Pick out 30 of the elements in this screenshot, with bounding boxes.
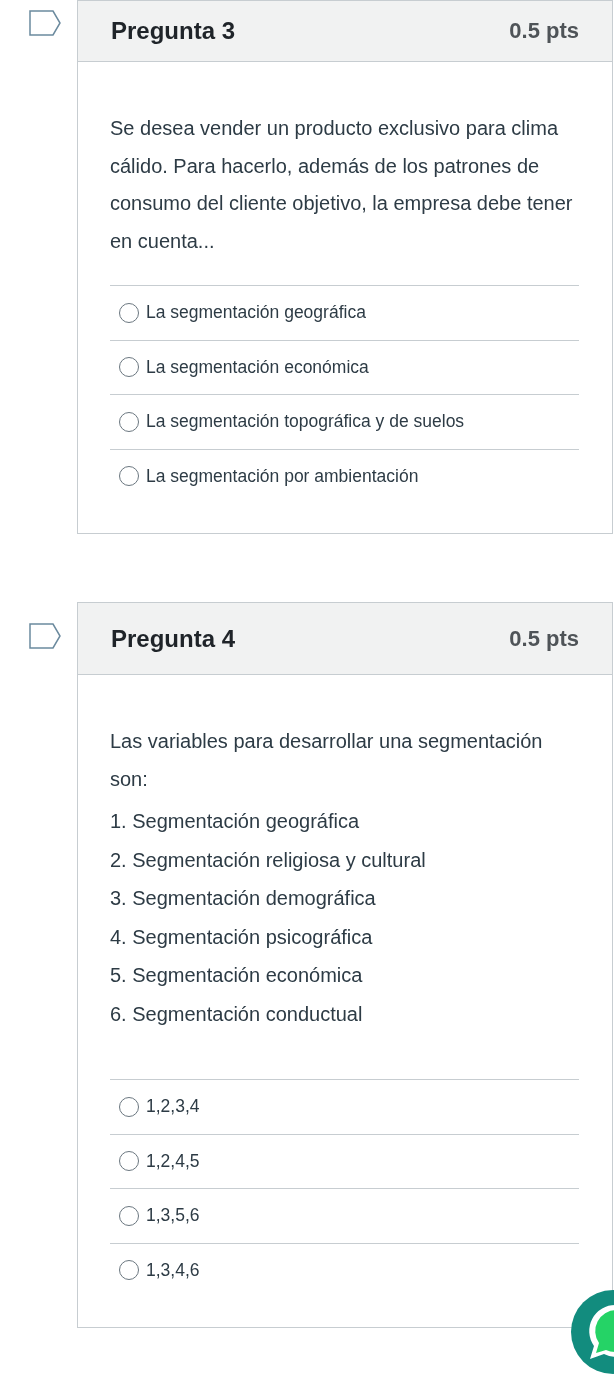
question-text: Se desea vender un producto exclusivo para clima cálido. Para hacerlo, además de los patrones de consumo del cliente objetivo, la empresa debe tener en cuenta... — [110, 116, 574, 254]
question-text: Las variables para desarrollar una segmentación son: — [110, 729, 544, 792]
answer-label[interactable]: La segmentación topográfica y de suelos — [146, 411, 465, 433]
answer-label[interactable]: 1,2,4,5 — [146, 1150, 200, 1172]
points-label: 0.5 pts — [509, 625, 579, 652]
radio-button[interactable] — [119, 357, 139, 378]
list-item: 2. Segmentación religiosa y cultural — [110, 847, 427, 873]
radio-button[interactable] — [119, 411, 139, 432]
list-item: 4. Segmentación psicográfica — [110, 924, 374, 950]
answer-label[interactable]: La segmentación económica — [146, 356, 369, 378]
question-title: Pregunta 3 — [111, 17, 236, 45]
radio-button[interactable] — [119, 1260, 139, 1281]
answer-label[interactable]: La segmentación por ambientación — [146, 465, 419, 487]
radio-button[interactable] — [119, 1151, 139, 1172]
radio-button[interactable] — [119, 302, 139, 323]
answer-label[interactable]: 1,3,5,6 — [146, 1205, 200, 1227]
answer-label[interactable]: La segmentación geográfica — [146, 302, 366, 324]
list-item: 3. Segmentación demográfica — [110, 886, 377, 911]
list-item: 1. Segmentación geográfica — [110, 809, 361, 834]
list-item: 5. Segmentación económica — [110, 963, 364, 988]
tag-icon[interactable] — [29, 623, 61, 649]
radio-button[interactable] — [119, 1205, 139, 1226]
question-title: Pregunta 4 — [111, 624, 236, 653]
points-label: 0.5 pts — [509, 18, 579, 44]
answer-label[interactable]: 1,3,4,6 — [146, 1259, 200, 1281]
list-item: 6. Segmentación conductual — [110, 1001, 364, 1027]
tag-icon[interactable] — [29, 10, 61, 36]
radio-button[interactable] — [119, 466, 139, 487]
radio-button[interactable] — [119, 1096, 139, 1117]
answer-label[interactable]: 1,2,3,4 — [146, 1096, 200, 1118]
